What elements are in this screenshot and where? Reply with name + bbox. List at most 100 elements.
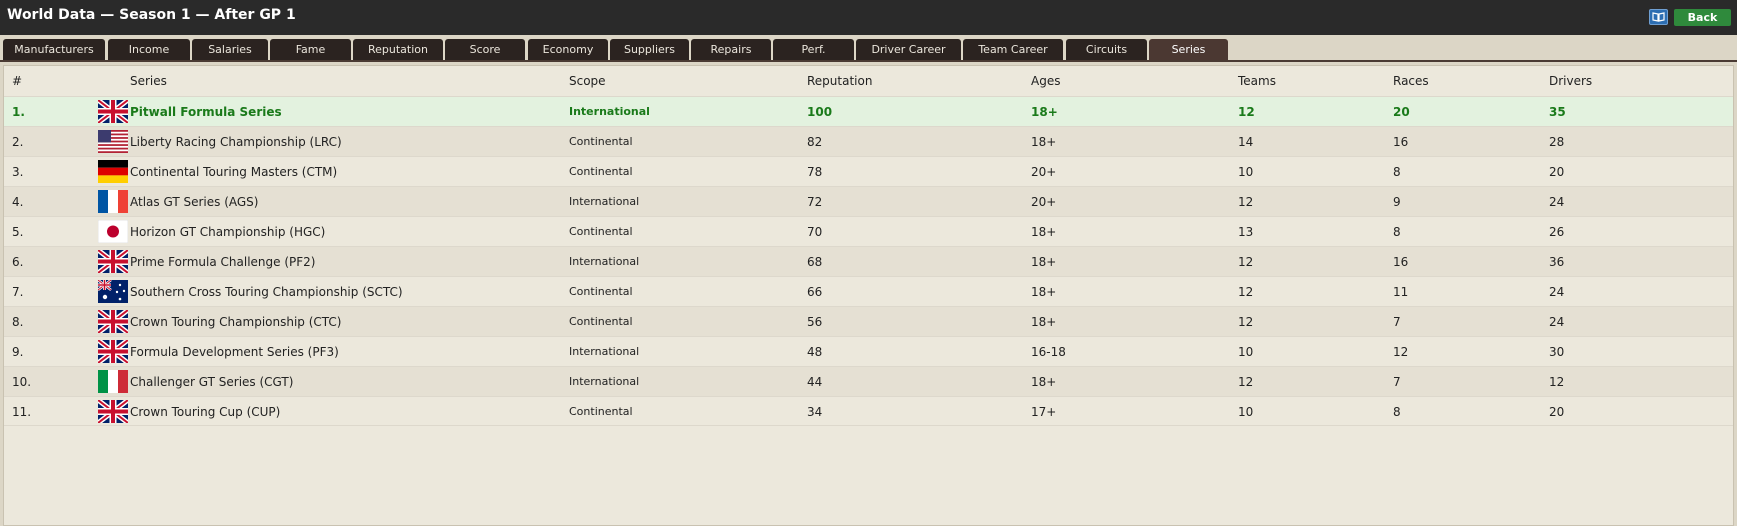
series-name-cell[interactable]: Horizon GT Championship (HGC) <box>130 225 325 239</box>
races-cell: 16 <box>1393 255 1409 269</box>
tab-repairs[interactable]: Repairs <box>691 39 771 60</box>
races-cell: 8 <box>1393 405 1401 419</box>
us-flag-icon <box>98 130 128 153</box>
tab-reputation[interactable]: Reputation <box>353 39 443 60</box>
drivers-cell: 24 <box>1549 315 1565 329</box>
table-row[interactable]: 7. Southern Cross Touring Championship (… <box>4 276 1733 306</box>
series-name-cell[interactable]: Prime Formula Challenge (PF2) <box>130 255 315 269</box>
table-row[interactable]: 1. Pitwall Formula Series International … <box>4 96 1733 126</box>
teams-cell: 12 <box>1238 195 1254 209</box>
teams-cell: 14 <box>1238 135 1254 149</box>
table-row[interactable]: 6. Prime Formula Challenge (PF2) Interna… <box>4 246 1733 276</box>
tab-team-career[interactable]: Team Career <box>963 39 1063 60</box>
races-cell: 11 <box>1393 285 1409 299</box>
column-header-rank[interactable]: # <box>12 74 22 88</box>
scope-cell: International <box>569 105 650 118</box>
column-header-races[interactable]: Races <box>1393 74 1429 88</box>
scope-cell: Continental <box>569 165 633 178</box>
table-row[interactable]: 4. Atlas GT Series (AGS) International 7… <box>4 186 1733 216</box>
series-name-cell[interactable]: Atlas GT Series (AGS) <box>130 195 258 209</box>
rank-cell: 9. <box>12 345 24 359</box>
reputation-cell: 68 <box>807 255 823 269</box>
races-cell: 7 <box>1393 375 1401 389</box>
tab-bar: Manufacturers Income Salaries Fame Reput… <box>0 35 1737 62</box>
table-row[interactable]: 8. Crown Touring Championship (CTC) Cont… <box>4 306 1733 336</box>
germany-flag-icon <box>98 160 128 183</box>
column-header-teams[interactable]: Teams <box>1238 74 1276 88</box>
ages-cell: 20+ <box>1031 165 1057 179</box>
column-header-series[interactable]: Series <box>130 74 167 88</box>
drivers-cell: 20 <box>1549 405 1565 419</box>
drivers-cell: 24 <box>1549 285 1565 299</box>
series-table: # Series Scope Reputation Ages Teams Rac… <box>3 65 1734 526</box>
column-header-reputation[interactable]: Reputation <box>807 74 872 88</box>
scope-cell: Continental <box>569 285 633 298</box>
ages-cell: 18+ <box>1031 225 1057 239</box>
reputation-cell: 44 <box>807 375 823 389</box>
series-name-cell[interactable]: Crown Touring Championship (CTC) <box>130 315 341 329</box>
tab-circuits[interactable]: Circuits <box>1066 39 1147 60</box>
series-name-cell[interactable]: Southern Cross Touring Championship (SCT… <box>130 285 403 299</box>
rank-cell: 5. <box>12 225 24 239</box>
rank-cell: 6. <box>12 255 24 269</box>
series-name-cell[interactable]: Crown Touring Cup (CUP) <box>130 405 280 419</box>
book-icon[interactable] <box>1649 9 1668 25</box>
drivers-cell: 35 <box>1549 105 1566 119</box>
tab-perf[interactable]: Perf. <box>773 39 854 60</box>
uk-flag-icon <box>98 340 128 363</box>
uk-flag-icon <box>98 250 128 273</box>
tab-salaries[interactable]: Salaries <box>192 39 268 60</box>
tab-suppliers[interactable]: Suppliers <box>610 39 689 60</box>
uk-flag-icon <box>98 310 128 333</box>
ages-cell: 18+ <box>1031 255 1057 269</box>
reputation-cell: 70 <box>807 225 823 239</box>
series-name-cell[interactable]: Continental Touring Masters (CTM) <box>130 165 337 179</box>
tab-income[interactable]: Income <box>108 39 190 60</box>
ages-cell: 18+ <box>1031 105 1058 119</box>
ages-cell: 18+ <box>1031 315 1057 329</box>
scope-cell: Continental <box>569 315 633 328</box>
races-cell: 16 <box>1393 135 1409 149</box>
uk-flag-icon <box>98 400 128 423</box>
teams-cell: 12 <box>1238 105 1255 119</box>
table-row[interactable]: 5. Horizon GT Championship (HGC) Contine… <box>4 216 1733 246</box>
scope-cell: International <box>569 255 640 268</box>
tab-driver-career[interactable]: Driver Career <box>856 39 961 60</box>
table-row[interactable]: 9. Formula Development Series (PF3) Inte… <box>4 336 1733 366</box>
series-name-cell[interactable]: Liberty Racing Championship (LRC) <box>130 135 342 149</box>
races-cell: 7 <box>1393 315 1401 329</box>
reputation-cell: 56 <box>807 315 823 329</box>
table-row[interactable]: 3. Continental Touring Masters (CTM) Con… <box>4 156 1733 186</box>
rank-cell: 10. <box>12 375 32 389</box>
table-row[interactable]: 11. Crown Touring Cup (CUP) Continental … <box>4 396 1733 426</box>
tab-series[interactable]: Series <box>1149 39 1228 60</box>
column-header-drivers[interactable]: Drivers <box>1549 74 1592 88</box>
column-header-scope[interactable]: Scope <box>569 74 606 88</box>
drivers-cell: 12 <box>1549 375 1565 389</box>
ages-cell: 18+ <box>1031 135 1057 149</box>
column-header-ages[interactable]: Ages <box>1031 74 1060 88</box>
drivers-cell: 20 <box>1549 165 1565 179</box>
table-row[interactable]: 10. Challenger GT Series (CGT) Internati… <box>4 366 1733 396</box>
races-cell: 9 <box>1393 195 1401 209</box>
teams-cell: 12 <box>1238 375 1254 389</box>
scope-cell: International <box>569 375 640 388</box>
reputation-cell: 66 <box>807 285 823 299</box>
teams-cell: 10 <box>1238 405 1254 419</box>
series-name-cell[interactable]: Pitwall Formula Series <box>130 105 282 119</box>
rank-cell: 11. <box>12 405 32 419</box>
tab-fame[interactable]: Fame <box>270 39 351 60</box>
rank-cell: 3. <box>12 165 24 179</box>
window-title: World Data — Season 1 — After GP 1 <box>7 7 296 23</box>
back-button[interactable]: Back <box>1674 9 1731 26</box>
drivers-cell: 24 <box>1549 195 1565 209</box>
series-name-cell[interactable]: Challenger GT Series (CGT) <box>130 375 293 389</box>
rank-cell: 1. <box>12 105 25 119</box>
tab-score[interactable]: Score <box>445 39 525 60</box>
tab-economy[interactable]: Economy <box>528 39 608 60</box>
drivers-cell: 26 <box>1549 225 1565 239</box>
series-name-cell[interactable]: Formula Development Series (PF3) <box>130 345 339 359</box>
italy-flag-icon <box>98 370 128 393</box>
tab-manufacturers[interactable]: Manufacturers <box>3 39 105 60</box>
table-row[interactable]: 2. Liberty Racing Championship (LRC) Con… <box>4 126 1733 156</box>
